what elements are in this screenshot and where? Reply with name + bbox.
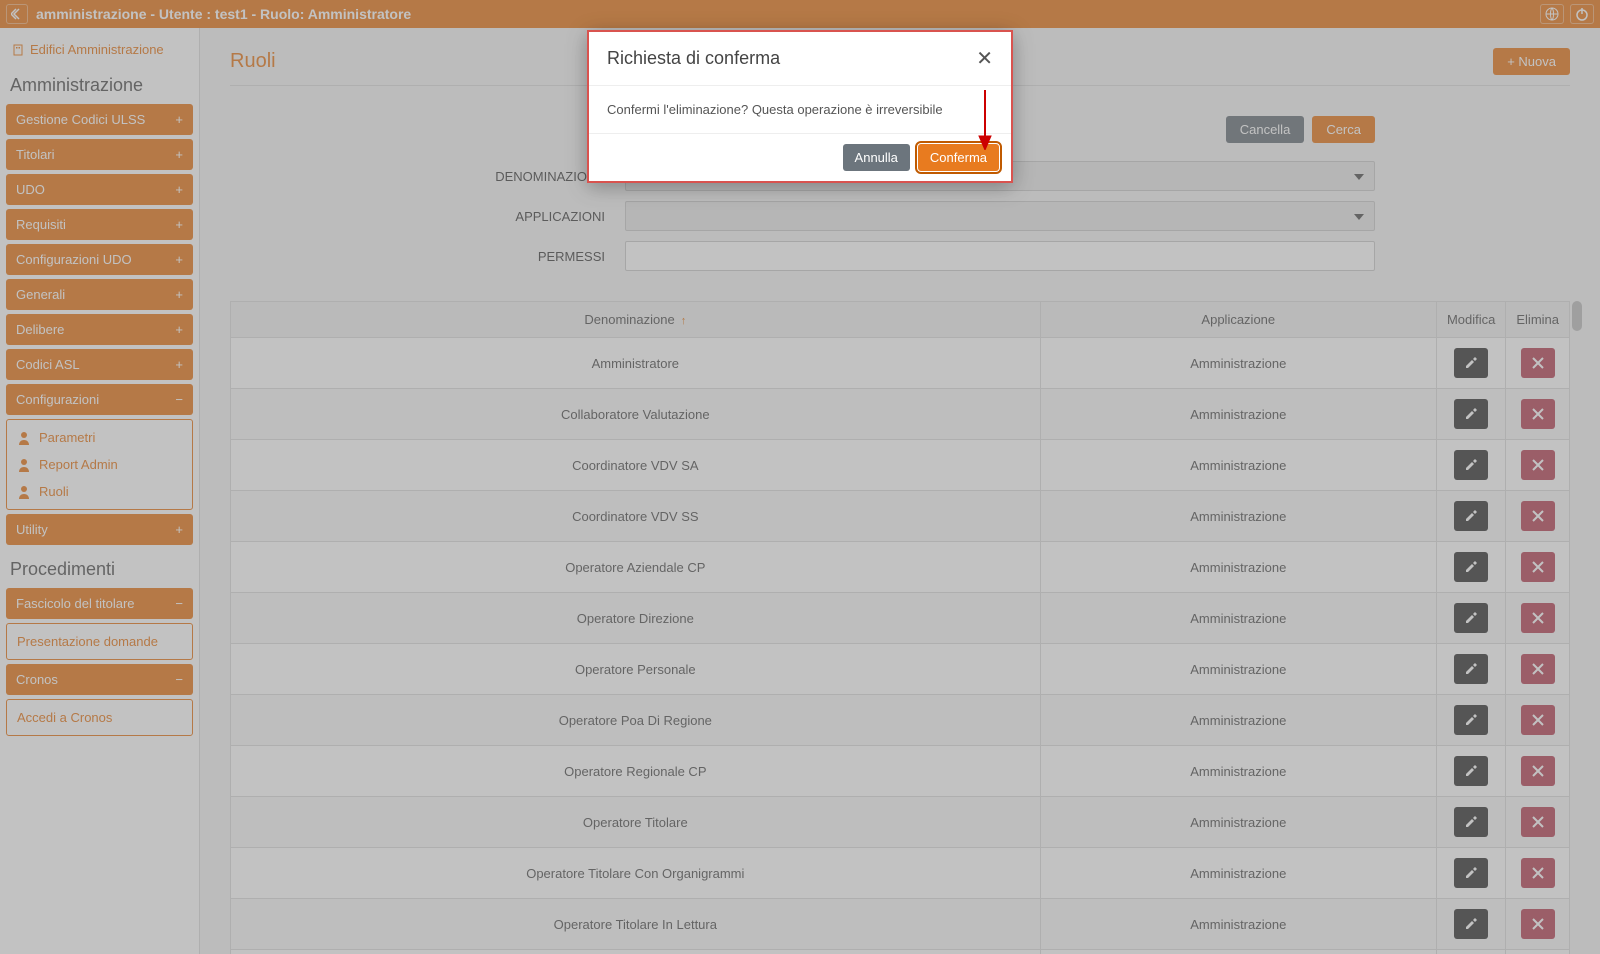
modal-confirm-button[interactable]: Conferma (918, 144, 999, 171)
close-icon: ✕ (976, 48, 993, 70)
modal-close-button[interactable]: ✕ (976, 46, 993, 71)
confirm-modal: Richiesta di conferma ✕ Confermi l'elimi… (587, 30, 1013, 183)
modal-cancel-button[interactable]: Annulla (843, 144, 910, 171)
modal-body: Confermi l'eliminazione? Questa operazio… (589, 86, 1011, 134)
modal-title: Richiesta di conferma (607, 48, 780, 69)
